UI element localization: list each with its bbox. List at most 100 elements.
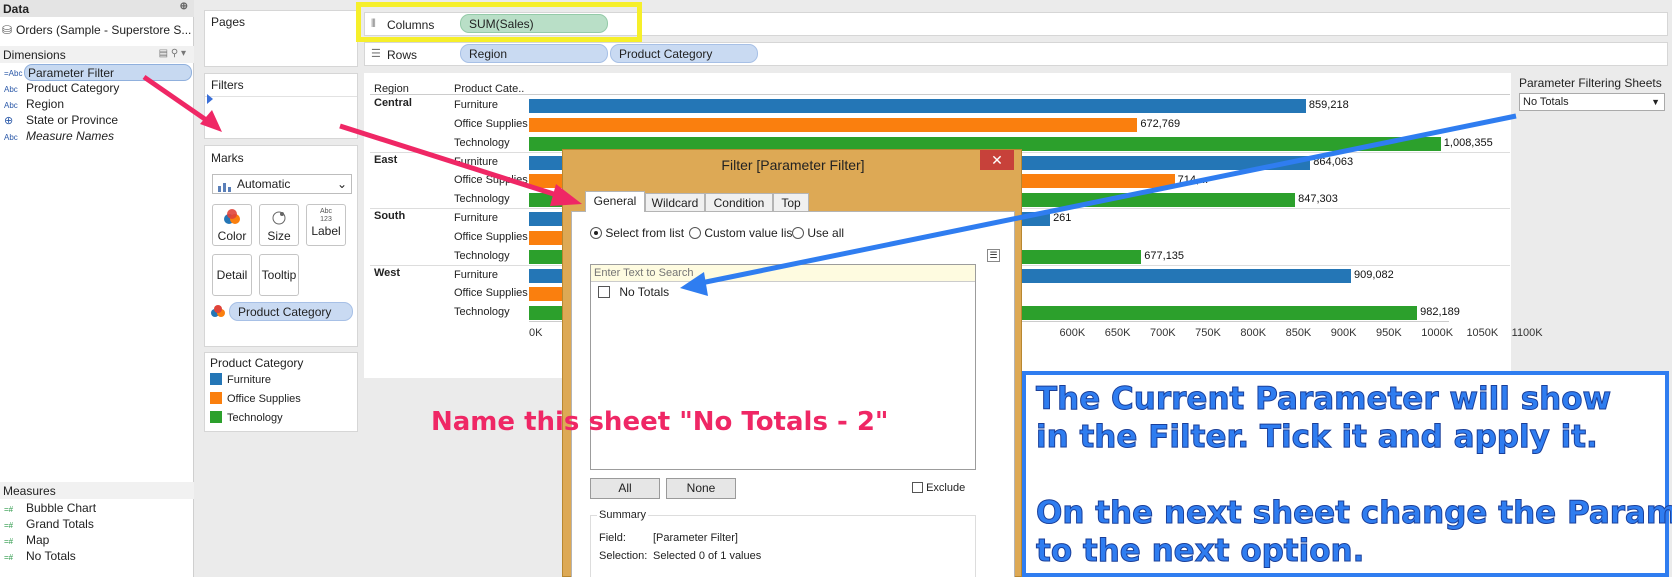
bar-data-label: 982,189 bbox=[1420, 306, 1460, 319]
region-label: Central bbox=[374, 97, 412, 109]
x-tick-label: 1050K bbox=[1466, 327, 1499, 339]
tab-wildcard[interactable]: Wildcard bbox=[645, 193, 705, 212]
checkbox-icon bbox=[912, 482, 923, 493]
dimension-region[interactable]: Abc Region bbox=[0, 96, 192, 113]
bar[interactable] bbox=[529, 99, 1306, 113]
radio-label: Custom value list bbox=[704, 226, 796, 240]
x-tick-label: 900K bbox=[1330, 327, 1357, 339]
radio-use-all[interactable]: Use all bbox=[792, 226, 844, 240]
all-button[interactable]: All bbox=[590, 478, 660, 499]
legend-item[interactable]: Furniture bbox=[210, 373, 271, 386]
bar-data-label: 859,218 bbox=[1308, 99, 1349, 111]
blue-annotation-box: The Current Parameter will show in the F… bbox=[1022, 371, 1672, 577]
legend-swatch bbox=[210, 373, 222, 385]
columns-highlight bbox=[356, 2, 642, 42]
parameter-dropdown[interactable]: No Totals ▼ bbox=[1519, 93, 1665, 111]
color-field-pill[interactable]: Product Category bbox=[229, 302, 353, 321]
bar-data-label: 677,135 bbox=[1144, 249, 1185, 262]
size-button[interactable]: Size bbox=[259, 204, 299, 246]
tab-top[interactable]: Top bbox=[773, 193, 809, 212]
dialog-title: Filter [Parameter Filter] bbox=[721, 157, 865, 173]
datasource-item[interactable]: ⛁ Orders (Sample - Superstore S... bbox=[0, 22, 192, 39]
x-tick-label: 650K bbox=[1104, 327, 1131, 339]
marks-card: Marks Automatic ⌄ Color Size Abc 123 Lab… bbox=[204, 145, 358, 347]
dimension-product-category[interactable]: Abc Product Category bbox=[0, 80, 192, 97]
chevron-down-icon: ⌄ bbox=[336, 177, 347, 191]
dimension-label: State or Province bbox=[26, 113, 119, 127]
filters-shelf[interactable]: Filters bbox=[204, 73, 358, 139]
radio-select-from-list[interactable]: Select from list bbox=[590, 226, 684, 240]
tab-condition[interactable]: Condition bbox=[705, 193, 773, 212]
x-tick-label: 0K bbox=[529, 327, 543, 339]
list-item-no-totals[interactable]: No Totals bbox=[598, 285, 669, 299]
dimension-measure-names[interactable]: Abc Measure Names bbox=[0, 128, 192, 145]
search-input[interactable] bbox=[591, 265, 975, 282]
datasource-label: Orders (Sample - Superstore S... bbox=[16, 23, 192, 37]
rows-shelf[interactable]: ☰ Rows Region Product Category bbox=[364, 42, 1668, 66]
measure-no-totals[interactable]: =# No Totals bbox=[0, 548, 192, 565]
parameter-title: Parameter Filtering Sheets bbox=[1519, 76, 1662, 90]
category-label: Technology bbox=[454, 193, 510, 206]
category-label: Technology bbox=[454, 136, 510, 149]
list-item-label: No Totals bbox=[619, 285, 670, 299]
x-tick-label: 600K bbox=[1059, 327, 1086, 339]
dimensions-header: Dimensions ▤ ⚲ ▾ bbox=[0, 46, 194, 63]
dimension-state[interactable]: ⊕ State or Province bbox=[0, 112, 192, 129]
color-label: Color bbox=[217, 229, 247, 243]
legend-swatch bbox=[210, 392, 222, 404]
bar[interactable] bbox=[529, 117, 1138, 132]
measure-bubble-chart[interactable]: =# Bubble Chart bbox=[0, 500, 192, 517]
dimension-parameter-filter[interactable]: =Abc Parameter Filter bbox=[0, 64, 192, 81]
selection-value: Selected 0 of 1 values bbox=[653, 550, 762, 562]
radio-icon bbox=[792, 227, 804, 239]
category-label: Technology bbox=[454, 249, 510, 262]
x-tick-label: 1000K bbox=[1421, 327, 1454, 339]
measures-header: Measures bbox=[0, 482, 194, 499]
rows-label: Rows bbox=[387, 48, 418, 62]
mark-type-select[interactable]: Automatic ⌄ bbox=[212, 174, 352, 194]
x-tick-label: 800K bbox=[1240, 327, 1267, 339]
color-button[interactable]: Color bbox=[212, 204, 252, 246]
measure-label: Grand Totals bbox=[26, 517, 94, 531]
none-button[interactable]: None bbox=[666, 478, 736, 499]
exclude-checkbox[interactable]: Exclude bbox=[912, 482, 965, 494]
bar-data-label: 847,303 bbox=[1298, 193, 1338, 206]
category-label: Furniture bbox=[454, 212, 499, 224]
datasource-icon: ⛁ bbox=[2, 23, 13, 37]
region-label: East bbox=[374, 153, 398, 166]
product-category-pill[interactable]: Product Category bbox=[610, 44, 758, 63]
field-value: [Parameter Filter] bbox=[653, 532, 738, 544]
color-legend: Product Category Furniture Office Supplie… bbox=[204, 352, 358, 432]
category-label: Office Supplies bbox=[454, 287, 528, 300]
label-button[interactable]: Abc 123 Label bbox=[306, 204, 346, 246]
dimension-label: Measure Names bbox=[26, 129, 115, 143]
category-label: Furniture bbox=[454, 99, 499, 111]
pages-shelf[interactable]: Pages bbox=[204, 10, 358, 67]
marks-title: Marks bbox=[211, 151, 244, 165]
category-label: Office Supplies bbox=[454, 117, 528, 130]
measure-map[interactable]: =# Map bbox=[0, 532, 192, 549]
radio-custom-value-list[interactable]: Custom value list bbox=[689, 226, 796, 240]
tooltip-button[interactable]: Tooltip bbox=[259, 254, 299, 296]
legend-swatch bbox=[210, 411, 222, 423]
region-pill[interactable]: Region bbox=[460, 44, 608, 63]
x-tick-label: 750K bbox=[1195, 327, 1221, 339]
checkbox-icon[interactable] bbox=[598, 286, 610, 298]
legend-item[interactable]: Technology bbox=[210, 411, 283, 424]
minimize-icon[interactable]: ⊕ bbox=[180, 1, 188, 12]
search-icon[interactable]: ▤ ⚲ ▾ bbox=[159, 48, 186, 59]
close-icon[interactable]: ✕ bbox=[980, 150, 1014, 170]
legend-label: Office Supplies bbox=[227, 393, 301, 405]
detail-button[interactable]: Detail bbox=[212, 254, 252, 296]
label-icon: Abc 123 bbox=[319, 208, 333, 223]
list-options-icon[interactable]: ☰ bbox=[987, 249, 1000, 262]
tooltip-label: Tooltip bbox=[261, 268, 297, 282]
radio-label: Select from list bbox=[605, 226, 685, 240]
bar-data-label: 909,082 bbox=[1354, 268, 1394, 281]
measure-grand-totals[interactable]: =# Grand Totals bbox=[0, 516, 192, 533]
dimension-label: Parameter Filter bbox=[24, 64, 192, 81]
field-label: Field: bbox=[599, 532, 626, 544]
data-pane-header: Data ⊕ bbox=[0, 0, 194, 17]
legend-item[interactable]: Office Supplies bbox=[210, 392, 301, 405]
tab-general[interactable]: General bbox=[585, 191, 645, 212]
